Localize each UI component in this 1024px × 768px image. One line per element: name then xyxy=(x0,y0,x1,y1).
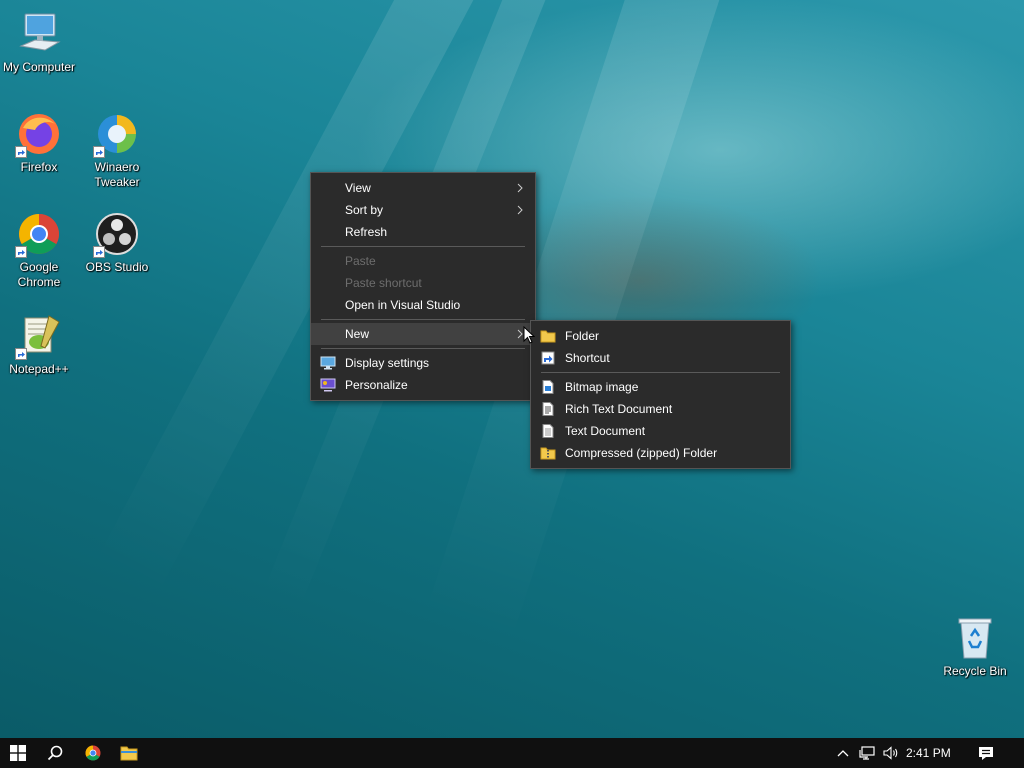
submenu-item-text-document[interactable]: Text Document xyxy=(531,420,790,442)
menu-item-open-in-visual-studio[interactable]: Open in Visual Studio xyxy=(311,294,535,316)
start-button[interactable] xyxy=(0,738,36,768)
submenu-item-bitmap-image[interactable]: Bitmap image xyxy=(531,376,790,398)
notepadpp-icon xyxy=(15,312,63,360)
menu-item-view[interactable]: View xyxy=(311,177,535,199)
network-icon xyxy=(859,746,875,760)
menu-item-label: Folder xyxy=(565,329,600,343)
menu-item-label: Refresh xyxy=(345,225,388,239)
action-center-button[interactable] xyxy=(970,738,1002,768)
menu-item-label: Compressed (zipped) Folder xyxy=(565,446,718,460)
bitmap-image-icon xyxy=(542,380,554,394)
desktop-context-menu: View Sort by Refresh Paste Paste shortcu… xyxy=(310,172,536,401)
desktop-icon-google-chrome[interactable]: Google Chrome xyxy=(1,210,77,290)
menu-item-label: Paste shortcut xyxy=(345,276,422,290)
search-button[interactable] xyxy=(38,738,72,768)
menu-item-personalize[interactable]: Personalize xyxy=(311,374,535,396)
menu-item-label: Rich Text Document xyxy=(565,402,673,416)
desktop-icon-label: Recycle Bin xyxy=(943,664,1007,678)
menu-item-label: Open in Visual Studio xyxy=(345,298,461,312)
submenu-item-shortcut[interactable]: Shortcut xyxy=(531,347,790,369)
taskbar: 2:41 PM xyxy=(0,738,1024,768)
mouse-cursor-icon xyxy=(523,326,535,344)
shortcut-arrow-icon xyxy=(93,246,105,258)
shortcut-arrow-icon xyxy=(15,146,27,158)
personalize-icon xyxy=(320,378,336,392)
folder-icon xyxy=(540,330,556,343)
rich-text-document-icon xyxy=(542,402,554,416)
shortcut-icon xyxy=(541,351,555,365)
chrome-icon xyxy=(85,745,101,761)
menu-separator xyxy=(321,246,525,247)
menu-item-label: Paste xyxy=(345,254,376,268)
taskbar-clock[interactable]: 2:41 PM xyxy=(906,738,951,768)
volume-tray-button[interactable] xyxy=(880,738,902,768)
desktop-icon-label: Winaero Tweaker xyxy=(94,160,140,189)
winaero-tweaker-icon xyxy=(93,110,141,158)
menu-item-label: View xyxy=(345,181,371,195)
chevron-up-icon xyxy=(837,750,849,757)
menu-separator xyxy=(321,319,525,320)
chevron-right-icon xyxy=(517,183,523,193)
desktop-icon-label: Firefox xyxy=(20,160,58,174)
menu-item-label: Personalize xyxy=(345,378,408,392)
show-hidden-icons-button[interactable] xyxy=(834,738,852,768)
desktop-icon-my-computer[interactable]: My Computer xyxy=(1,10,77,75)
recycle-bin-icon xyxy=(951,614,999,662)
menu-item-label: Bitmap image xyxy=(565,380,639,394)
submenu-item-compressed-folder[interactable]: Compressed (zipped) Folder xyxy=(531,442,790,464)
new-submenu: Folder Shortcut Bitmap image Rich Text D… xyxy=(530,320,791,469)
desktop-icon-label: My Computer xyxy=(2,60,76,74)
submenu-item-folder[interactable]: Folder xyxy=(531,325,790,347)
menu-separator xyxy=(321,348,525,349)
text-document-icon xyxy=(542,424,554,438)
desktop-icon-label: Google Chrome xyxy=(17,260,61,289)
menu-item-paste: Paste xyxy=(311,250,535,272)
firefox-icon xyxy=(15,110,63,158)
chevron-right-icon xyxy=(517,205,523,215)
menu-item-new[interactable]: New xyxy=(311,323,535,345)
chrome-icon xyxy=(15,210,63,258)
menu-item-refresh[interactable]: Refresh xyxy=(311,221,535,243)
menu-item-paste-shortcut: Paste shortcut xyxy=(311,272,535,294)
menu-item-label: Shortcut xyxy=(565,351,610,365)
volume-icon xyxy=(883,746,898,760)
search-icon xyxy=(47,745,63,761)
notifications-icon xyxy=(979,746,993,760)
obs-icon xyxy=(93,210,141,258)
menu-item-label: Display settings xyxy=(345,356,430,370)
desktop-icon-label: OBS Studio xyxy=(85,260,149,274)
shortcut-arrow-icon xyxy=(15,246,27,258)
zip-folder-icon xyxy=(540,447,556,460)
network-tray-button[interactable] xyxy=(856,738,878,768)
taskbar-chrome-button[interactable] xyxy=(76,738,110,768)
desktop-icon-label: Notepad++ xyxy=(9,362,69,376)
menu-separator xyxy=(541,372,780,373)
menu-item-display-settings[interactable]: Display settings xyxy=(311,352,535,374)
shortcut-arrow-icon xyxy=(15,348,27,360)
start-icon xyxy=(10,745,26,761)
desktop-icon-winaero-tweaker[interactable]: Winaero Tweaker xyxy=(79,110,155,190)
desktop-icon-firefox[interactable]: Firefox xyxy=(1,110,77,175)
file-explorer-icon xyxy=(120,746,138,761)
computer-icon xyxy=(15,10,63,58)
menu-item-label: Text Document xyxy=(565,424,646,438)
shortcut-arrow-icon xyxy=(93,146,105,158)
menu-item-label: Sort by xyxy=(345,203,384,217)
desktop-icon-recycle-bin[interactable]: Recycle Bin xyxy=(937,614,1013,679)
desktop-icon-notepadpp[interactable]: Notepad++ xyxy=(1,312,77,377)
submenu-item-rich-text-document[interactable]: Rich Text Document xyxy=(531,398,790,420)
taskbar-file-explorer-button[interactable] xyxy=(112,738,146,768)
desktop-icon-obs-studio[interactable]: OBS Studio xyxy=(79,210,155,275)
menu-item-label: New xyxy=(345,327,370,341)
menu-item-sort-by[interactable]: Sort by xyxy=(311,199,535,221)
display-settings-icon xyxy=(320,356,336,370)
